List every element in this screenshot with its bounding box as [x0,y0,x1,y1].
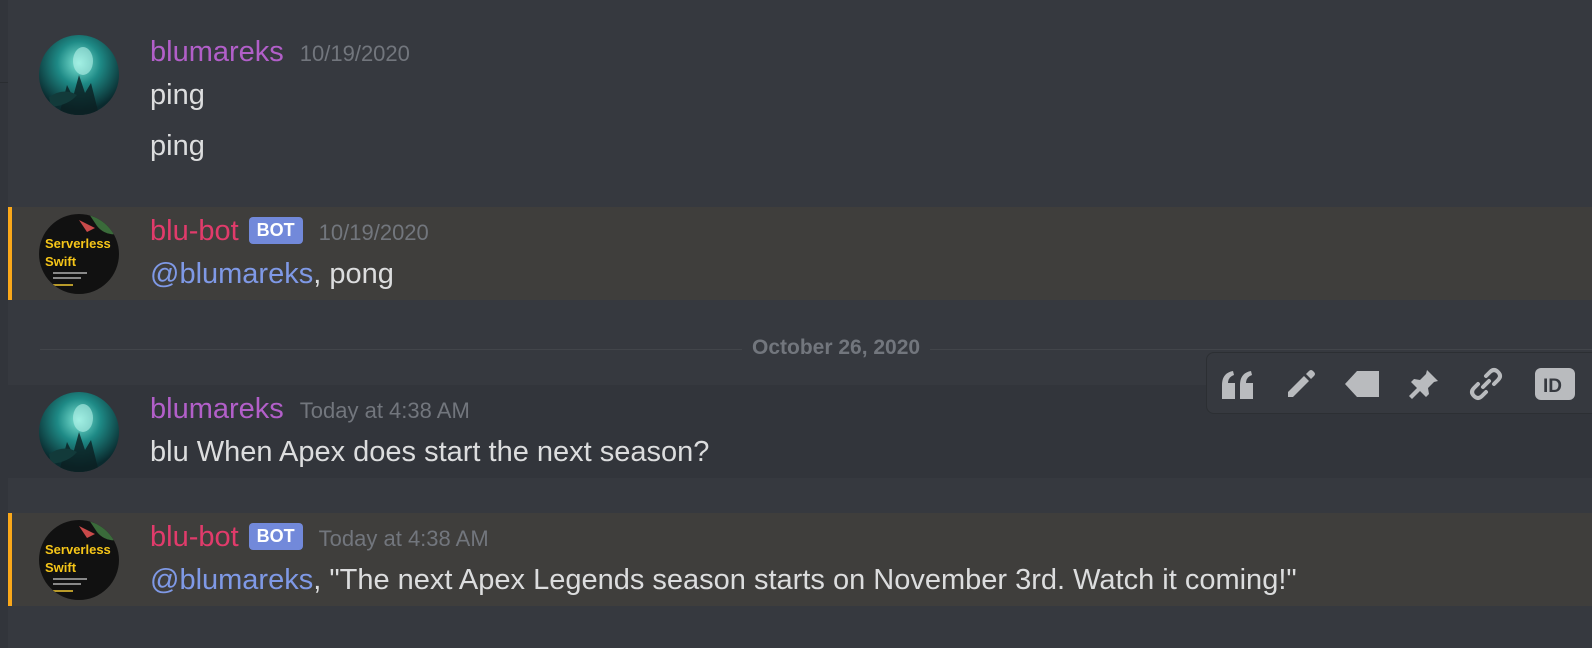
message-timestamp: 10/19/2020 [299,41,410,66]
copy-id-button[interactable]: ID [1533,365,1577,403]
avatar-title-line1: Serverless [45,236,111,251]
message-text: blu When Apex does start the next season… [150,436,710,468]
message-text: ping [150,79,205,111]
avatar[interactable] [39,35,119,115]
username[interactable]: blumareks [150,36,284,69]
avatar[interactable] [39,392,119,472]
bot-avatar[interactable]: Serverless Swift [39,520,119,600]
bot-avatar[interactable]: Serverless Swift [39,214,119,294]
message-body: , "The next Apex Legends season starts o… [313,564,1297,596]
serverless-swift-avatar-image: Serverless Swift [39,214,119,294]
message-actions-toolbar: ID [1206,352,1592,414]
message-group: blumareks 10/19/2020 ping ping [8,0,1592,200]
message-timestamp: 10/19/2020 [318,220,429,245]
user-mention[interactable]: @blumareks [150,258,313,290]
channel-sidebar-edge [0,0,8,648]
tag-button[interactable] [1343,365,1381,403]
message-group-mention: Serverless Swift blu-bot BOT 10/19/2020 … [8,207,1592,300]
username[interactable]: blu-bot [150,521,239,554]
message-text: @blumareks, pong [150,258,394,291]
message-text: ping [150,130,205,162]
quote-button[interactable] [1219,365,1257,403]
message-body: , pong [313,258,394,290]
underwater-avatar-image [39,35,119,115]
avatar-title-line1: Serverless [45,542,111,557]
avatar-title-line2: Swift [45,254,77,269]
pin-button[interactable] [1405,365,1443,403]
user-mention[interactable]: @blumareks [150,564,313,596]
tag-icon [1345,371,1379,397]
pin-icon [1409,370,1438,399]
avatar-title-line2: Swift [45,560,77,575]
serverless-swift-avatar-image: Serverless Swift [39,520,119,600]
message-timestamp: Today at 4:38 AM [299,398,470,423]
bot-tag: BOT [248,523,303,550]
link-icon [1470,368,1502,400]
date-divider-label: October 26, 2020 [742,336,931,360]
underwater-avatar-image [39,392,119,472]
username[interactable]: blu-bot [150,215,239,248]
copy-id-label: ID [1543,376,1562,397]
username[interactable]: blumareks [150,393,284,426]
bot-tag: BOT [248,217,303,244]
chat-messages: blumareks 10/19/2020 ping ping Serverles… [0,0,1592,648]
edit-pencil-icon [1288,370,1315,397]
message-group-mention: Serverless Swift blu-bot BOT Today at 4:… [8,513,1592,606]
edit-button[interactable] [1281,365,1319,403]
copy-id-icon: ID [1535,368,1575,400]
quote-icon [1222,371,1253,399]
copy-link-button[interactable] [1467,365,1505,403]
message-timestamp: Today at 4:38 AM [318,526,489,551]
message-text: @blumareks, "The next Apex Legends seaso… [150,564,1297,597]
